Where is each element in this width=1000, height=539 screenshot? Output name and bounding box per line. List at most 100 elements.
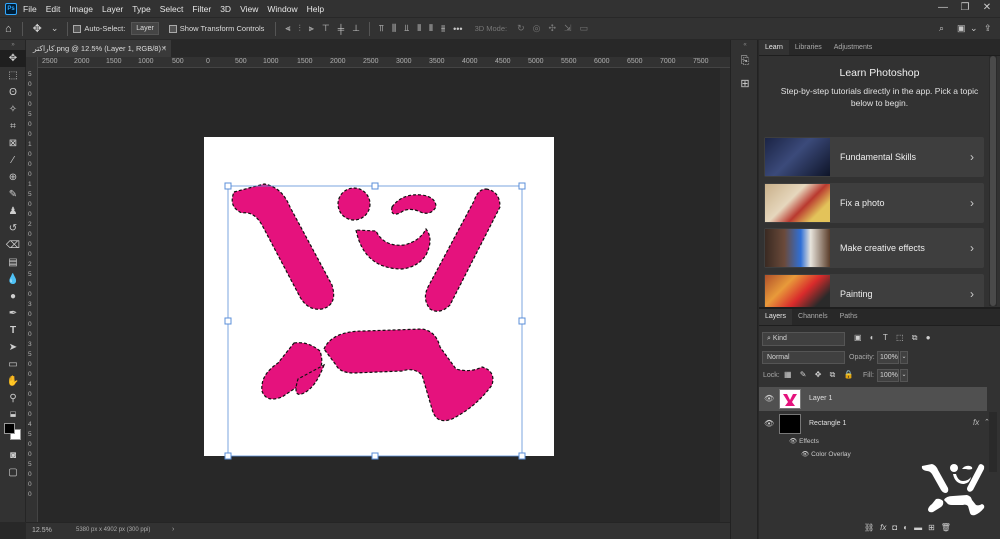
add-style-icon[interactable]: fx	[880, 523, 886, 532]
magic-wand-tool-icon[interactable]: ✧	[0, 101, 26, 118]
delete-layer-icon[interactable]: 🗑	[941, 523, 951, 532]
adjustment-filter-icon[interactable]: ◐	[870, 333, 875, 342]
3d-roll-icon[interactable]: ◎	[533, 23, 541, 34]
workspace-icon[interactable]: ▣	[957, 23, 966, 34]
zoom-level[interactable]: 12.5%	[32, 527, 52, 534]
align-bottom-icon[interactable]: ⊥	[352, 23, 360, 34]
learn-panel-scrollbar[interactable]	[989, 56, 997, 306]
menu-file[interactable]: File	[23, 4, 37, 14]
menu-window[interactable]: Window	[267, 4, 297, 14]
clone-stamp-tool-icon[interactable]: ♟	[0, 203, 26, 220]
type-filter-icon[interactable]: T	[883, 333, 888, 342]
eraser-tool-icon[interactable]: ⌫	[0, 237, 26, 254]
pixel-filter-icon[interactable]: ▣	[854, 333, 862, 342]
auto-select-dropdown[interactable]: Layer	[131, 22, 159, 35]
tab-libraries[interactable]: Libraries	[789, 40, 828, 55]
menu-image[interactable]: Image	[69, 4, 93, 14]
new-layer-icon[interactable]: ⊞	[928, 523, 935, 532]
close-tab-icon[interactable]: ✕	[161, 40, 167, 57]
tab-paths[interactable]: Paths	[834, 309, 864, 325]
pen-tool-icon[interactable]: ✒	[0, 305, 26, 322]
align-center-icon[interactable]: ⫶	[299, 23, 301, 34]
opacity-input[interactable]: 100%	[877, 351, 899, 364]
photoshop-logo-icon[interactable]: Ps	[5, 2, 17, 15]
history-brush-tool-icon[interactable]: ↺	[0, 220, 26, 237]
layers-scrollbar[interactable]	[989, 412, 997, 472]
close-icon[interactable]: ✕	[976, 0, 998, 17]
quick-mask-icon[interactable]: ◙	[0, 447, 26, 464]
home-icon[interactable]: ⌂	[5, 23, 12, 35]
scrollbar-thumb[interactable]	[990, 56, 996, 306]
menu-3d[interactable]: 3D	[220, 4, 231, 14]
blend-mode-select[interactable]: Normal	[762, 351, 845, 364]
menu-view[interactable]: View	[240, 4, 258, 14]
default-colors-icon[interactable]: ⬓	[0, 407, 26, 421]
collapse-toolbar-icon[interactable]: »	[0, 40, 26, 50]
3d-rotate-icon[interactable]: ↻	[517, 23, 525, 34]
auto-select-checkbox[interactable]	[73, 24, 82, 33]
shape-filter-icon[interactable]: ⬚	[896, 333, 904, 342]
crop-tool-icon[interactable]: ⌗	[0, 118, 26, 135]
tab-layers[interactable]: Layers	[759, 309, 793, 325]
chevron-down-icon[interactable]: ⌄	[900, 351, 908, 364]
effects-row[interactable]: 👁 Effects	[789, 437, 819, 445]
status-menu-arrow-icon[interactable]: ›	[172, 526, 174, 533]
tab-learn[interactable]: Learn	[759, 40, 789, 55]
visibility-eye-icon[interactable]: 👁	[764, 394, 774, 403]
distribute-top-icon[interactable]: ⫪	[379, 23, 384, 34]
menu-layer[interactable]: Layer	[102, 4, 123, 14]
new-group-icon[interactable]: ▬	[914, 523, 922, 532]
3d-slide-icon[interactable]: ⇲	[564, 23, 572, 34]
marquee-tool-icon[interactable]: ⬚	[0, 67, 26, 84]
tab-channels[interactable]: Channels	[792, 309, 834, 325]
align-left-icon[interactable]: ⫷	[285, 23, 290, 34]
adjustment-layer-icon[interactable]: ◐	[903, 523, 908, 532]
chevron-down-icon[interactable]: ⌄	[900, 369, 908, 382]
healing-brush-tool-icon[interactable]: ⊕	[0, 169, 26, 186]
lock-pixels-icon[interactable]: ✎	[800, 370, 807, 379]
dodge-tool-icon[interactable]: ●	[0, 288, 26, 305]
hand-tool-icon[interactable]: ✋	[0, 373, 26, 390]
rectangle-tool-icon[interactable]: ▭	[0, 356, 26, 373]
link-layers-icon[interactable]: ⛓	[864, 523, 874, 532]
visibility-eye-icon[interactable]: 👁	[801, 451, 811, 458]
layer-row-rectangle1[interactable]: 👁 Rectangle 1 fx ⌃	[759, 412, 1000, 436]
chevron-down-icon[interactable]: ⌄	[51, 23, 59, 34]
lock-all-icon[interactable]: 🔒	[844, 370, 854, 379]
foreground-color-swatch[interactable]	[4, 423, 15, 434]
card-creative-effects[interactable]: Make creative effects ›	[764, 228, 984, 268]
transform-controls-checkbox[interactable]	[168, 24, 177, 33]
tab-adjustments[interactable]: Adjustments	[828, 40, 879, 55]
align-top-icon[interactable]: ⊤	[322, 23, 330, 34]
brush-tool-icon[interactable]: ✎	[0, 186, 26, 203]
menu-edit[interactable]: Edit	[46, 4, 61, 14]
3d-drag-icon[interactable]: ✣	[549, 23, 557, 34]
distribute-middle-icon[interactable]: ⫼	[392, 23, 396, 34]
visibility-eye-icon[interactable]: 👁	[789, 438, 799, 445]
frame-tool-icon[interactable]: ⊠	[0, 135, 26, 152]
document-size-info[interactable]: 5380 px x 4902 px (300 ppi)	[76, 527, 150, 533]
menu-type[interactable]: Type	[132, 4, 150, 14]
lasso-tool-icon[interactable]: ʘ	[0, 84, 26, 101]
document-tab[interactable]: کاراکتر.png @ 12.5% (Layer 1, RGB/8) * ✕	[26, 40, 171, 57]
align-right-icon[interactable]: ⫸	[309, 23, 314, 34]
transform-bounding-box[interactable]	[200, 180, 530, 462]
blur-tool-icon[interactable]: 💧	[0, 271, 26, 288]
properties-panel-icon[interactable]: ⊞	[731, 72, 759, 94]
maximize-icon[interactable]: ❐	[954, 0, 976, 17]
move-tool-icon[interactable]: ✥	[0, 50, 26, 67]
fill-input[interactable]: 100%	[877, 369, 899, 382]
zoom-tool-icon[interactable]: ⚲	[0, 390, 26, 407]
fx-badge[interactable]: fx	[973, 418, 979, 427]
smart-object-filter-icon[interactable]: ⧉	[912, 333, 918, 343]
distribute-left-icon[interactable]: ⫴	[417, 23, 421, 34]
card-fix-a-photo[interactable]: Fix a photo ›	[764, 183, 984, 223]
screen-mode-icon[interactable]: ▢	[0, 464, 26, 481]
color-overlay-row[interactable]: 👁 Color Overlay	[801, 450, 851, 458]
card-fundamental-skills[interactable]: Fundamental Skills ›	[764, 137, 984, 177]
lock-transparency-icon[interactable]: ▦	[784, 370, 792, 379]
distribute-center-icon[interactable]: ⦀	[429, 23, 433, 34]
collapse-dock-icon[interactable]: «	[731, 40, 759, 50]
share-icon[interactable]: ⇪	[984, 23, 992, 34]
path-selection-tool-icon[interactable]: ➤	[0, 339, 26, 356]
